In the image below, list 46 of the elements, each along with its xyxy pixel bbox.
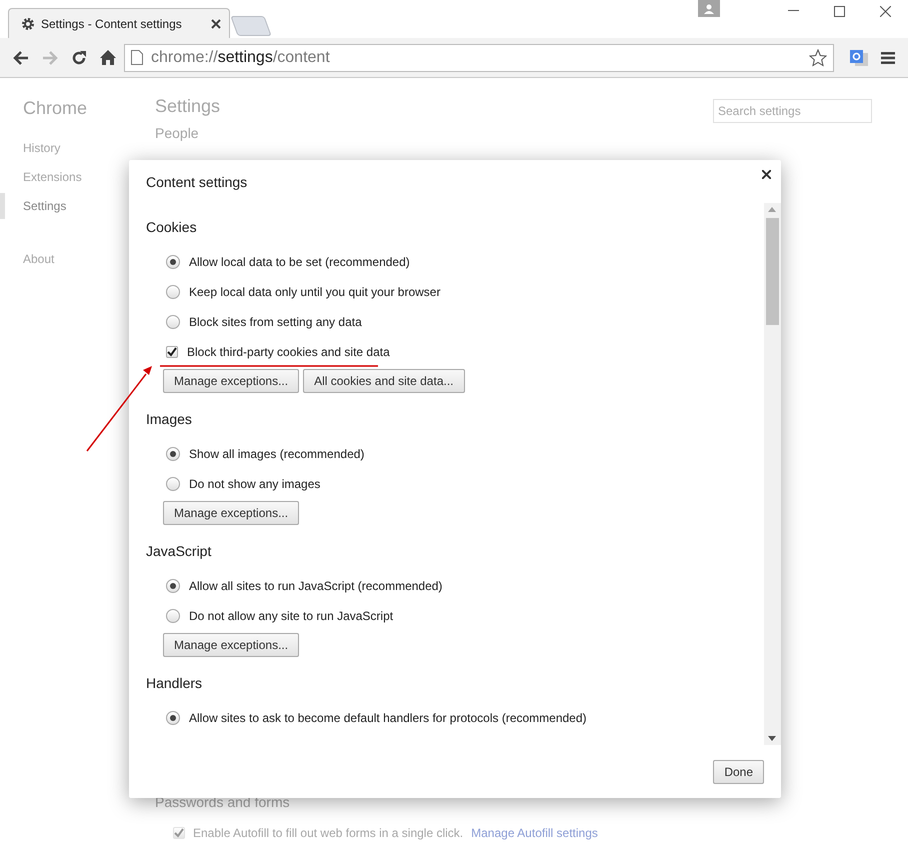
option-label: Show all images (recommended)	[189, 447, 364, 461]
radio-button[interactable]	[166, 609, 180, 623]
section-heading: Handlers	[146, 675, 204, 693]
browser-tab[interactable]: Settings - Content settings	[8, 8, 230, 38]
option-label: Block third-party cookies and site data	[187, 345, 390, 359]
option-label: Allow all sites to run JavaScript (recommended)	[189, 579, 442, 593]
radio-button[interactable]	[166, 285, 180, 299]
scrollbar[interactable]	[764, 203, 781, 745]
section-heading: JavaScript	[146, 543, 212, 561]
autofill-label: Enable Autofill to fill out web forms in a single click.	[193, 826, 464, 840]
address-bar[interactable]: chrome://settings/content	[124, 44, 834, 72]
section-heading: Cookies	[146, 219, 198, 237]
scroll-down-icon[interactable]	[768, 736, 776, 741]
option-label: Do not allow any site to run JavaScript	[189, 609, 394, 623]
section-heading: Passwords and forms	[155, 794, 291, 810]
radio-button[interactable]	[166, 477, 180, 491]
section-heading: Images	[146, 411, 193, 429]
radio-button[interactable]	[166, 447, 180, 461]
section-heading: People	[155, 125, 200, 141]
option-label: Allow local data to be set (recommended)	[189, 255, 410, 269]
option-label: Allow sites to ask to become default handlers for protocols (recommended)	[189, 711, 587, 725]
star-icon[interactable]	[809, 48, 827, 66]
dialog-button[interactable]: Manage exceptions...	[163, 501, 300, 525]
radio-button[interactable]	[166, 255, 180, 269]
checkbox[interactable]	[166, 346, 178, 358]
sidebar-title: Chrome	[23, 98, 88, 119]
dialog-button[interactable]: All cookies and site data...	[303, 369, 464, 393]
checkbox[interactable]	[173, 827, 185, 839]
dialog-button[interactable]: Manage exceptions...	[163, 369, 300, 393]
radio-button[interactable]	[166, 711, 180, 725]
page-heading: Settings	[155, 96, 220, 117]
search-field[interactable]: Search settings	[713, 99, 872, 123]
gear-icon	[21, 16, 35, 30]
radio-button[interactable]	[166, 579, 180, 593]
sidebar-item[interactable]: Settings	[0, 193, 120, 219]
dialog-button[interactable]: Manage exceptions...	[163, 633, 300, 657]
dialog-title: Content settings	[146, 174, 248, 192]
close-icon[interactable]	[759, 167, 773, 181]
radio-button[interactable]	[166, 315, 180, 329]
done-button[interactable]: Done	[713, 760, 764, 784]
page-icon	[131, 50, 143, 65]
option-label: Keep local data only until you quit your browser	[189, 285, 440, 299]
close-icon[interactable]	[211, 18, 221, 28]
scrollbar-thumb[interactable]	[766, 218, 779, 325]
option-label: Do not show any images	[189, 477, 320, 491]
option-label: Block sites from setting any data	[189, 315, 362, 329]
